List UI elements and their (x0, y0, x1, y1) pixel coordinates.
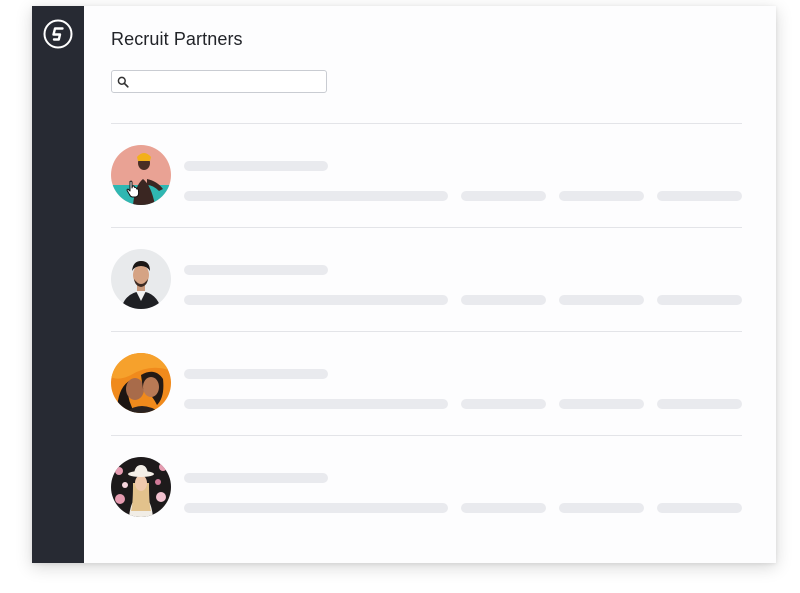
skeleton-field (184, 503, 448, 513)
list-item[interactable] (111, 124, 742, 228)
skeleton-field (461, 191, 546, 201)
list-item[interactable] (111, 332, 742, 436)
g-logo-icon[interactable] (43, 19, 73, 49)
page-title: Recruit Partners (111, 29, 243, 49)
partner-avatar[interactable] (111, 249, 171, 309)
partner-avatar[interactable] (111, 353, 171, 413)
skeleton-field (559, 191, 644, 201)
skeleton-field (184, 295, 448, 305)
skeleton-field (657, 399, 742, 409)
list-item[interactable] (111, 228, 742, 332)
skeleton-field (184, 399, 448, 409)
skeleton-field (461, 503, 546, 513)
app-window: Recruit Partners (32, 6, 776, 563)
search-input[interactable] (134, 72, 322, 91)
search-box[interactable] (111, 70, 327, 93)
main-content: Recruit Partners (84, 6, 776, 563)
skeleton-field (657, 191, 742, 201)
sidebar (32, 6, 84, 563)
skeleton-field (559, 295, 644, 305)
skeleton-name (184, 161, 328, 171)
skeleton-name (184, 473, 328, 483)
skeleton-field (461, 295, 546, 305)
skeleton-field (559, 503, 644, 513)
skeleton-field (461, 399, 546, 409)
partner-avatar[interactable] (111, 457, 171, 517)
skeleton-field (184, 191, 448, 201)
skeleton-field (559, 399, 644, 409)
search-icon (117, 76, 129, 88)
skeleton-name (184, 265, 328, 275)
list-item[interactable] (111, 436, 742, 540)
skeleton-name (184, 369, 328, 379)
partner-avatar[interactable] (111, 145, 171, 205)
skeleton-field (657, 295, 742, 305)
skeleton-field (657, 503, 742, 513)
